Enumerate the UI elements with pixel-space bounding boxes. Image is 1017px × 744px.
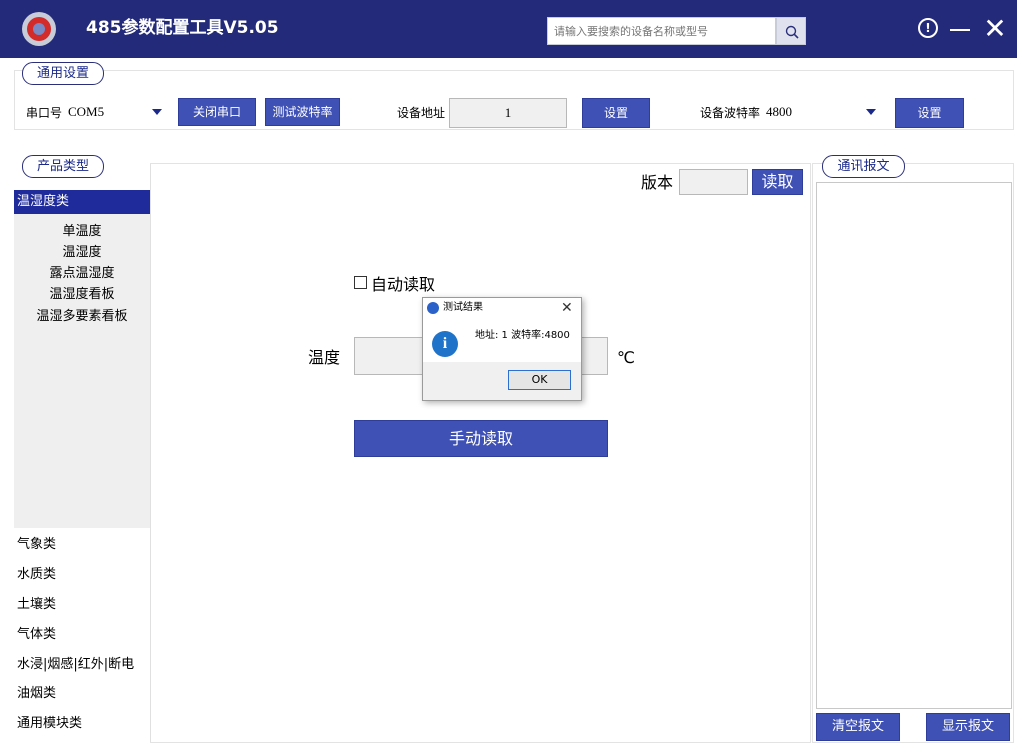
chevron-down-icon bbox=[152, 109, 162, 115]
info-icon[interactable]: ! bbox=[918, 18, 938, 38]
category-weather[interactable]: 气象类 bbox=[17, 535, 56, 555]
version-label: 版本 bbox=[641, 173, 674, 192]
minimize-icon[interactable] bbox=[950, 29, 970, 31]
port-label: 串口号 bbox=[26, 106, 63, 120]
dialog-title: 测试结果 bbox=[443, 302, 483, 313]
chevron-down-icon bbox=[866, 109, 876, 115]
baud-rate-select[interactable]: 4800 bbox=[766, 100, 882, 124]
category-oil-fume[interactable]: 油烟类 bbox=[17, 684, 56, 704]
category-water-quality[interactable]: 水质类 bbox=[17, 565, 56, 585]
product-type-label: 产品类型 bbox=[22, 155, 104, 178]
close-port-button[interactable]: 关闭串口 bbox=[178, 98, 256, 126]
sub-item-display-board[interactable]: 温湿度看板 bbox=[14, 284, 150, 305]
category-soil[interactable]: 土壤类 bbox=[17, 595, 56, 615]
test-baud-button[interactable]: 测试波特率 bbox=[265, 98, 340, 126]
temperature-label: 温度 bbox=[308, 348, 341, 367]
close-icon[interactable]: ✕ bbox=[982, 14, 1008, 44]
auto-read-checkbox[interactable]: 自动读取 bbox=[354, 274, 435, 296]
category-gas[interactable]: 气体类 bbox=[17, 625, 56, 645]
app-title: 485参数配置工具V5.05 bbox=[86, 18, 279, 38]
checkbox-icon bbox=[354, 276, 367, 289]
search-input[interactable] bbox=[547, 17, 776, 45]
dialog-close-icon[interactable]: ✕ bbox=[561, 300, 573, 316]
dialog-message: 地址: 1 波特率:4800 bbox=[475, 330, 570, 341]
port-select[interactable]: COM5 bbox=[68, 100, 168, 124]
baud-set-button[interactable]: 设置 bbox=[895, 98, 964, 128]
category-general-module[interactable]: 通用模块类 bbox=[17, 714, 82, 734]
general-settings-label: 通用设置 bbox=[22, 62, 104, 85]
category-temp-humidity[interactable]: 温湿度类 bbox=[14, 190, 150, 214]
comm-log-textarea[interactable] bbox=[816, 182, 1012, 709]
sub-item-single-temp[interactable]: 单温度 bbox=[14, 221, 150, 242]
read-version-button[interactable]: 读取 bbox=[752, 169, 803, 195]
category-water-smoke-ir-power[interactable]: 水浸|烟感|红外|断电 bbox=[17, 655, 134, 675]
baud-rate-value: 4800 bbox=[766, 104, 792, 119]
sub-item-multi-element-board[interactable]: 温湿多要素看板 bbox=[14, 306, 150, 327]
port-value: COM5 bbox=[68, 104, 105, 119]
app-small-icon bbox=[427, 302, 439, 314]
logo-core bbox=[33, 23, 45, 35]
manual-read-button[interactable]: 手动读取 bbox=[354, 420, 608, 457]
baud-rate-label: 设备波特率 bbox=[700, 106, 761, 120]
device-address-label: 设备地址 bbox=[397, 106, 446, 120]
sub-item-dewpoint[interactable]: 露点温湿度 bbox=[14, 263, 150, 284]
info-icon: i bbox=[432, 331, 458, 357]
search-icon bbox=[785, 25, 799, 39]
sub-item-temp-humidity[interactable]: 温湿度 bbox=[14, 242, 150, 263]
show-log-button[interactable]: 显示报文 bbox=[926, 713, 1010, 741]
device-address-input[interactable]: 1 bbox=[449, 98, 567, 128]
temperature-unit: ℃ bbox=[617, 348, 635, 367]
comm-log-label: 通讯报文 bbox=[822, 155, 905, 178]
ok-button[interactable]: OK bbox=[508, 370, 571, 390]
version-input[interactable] bbox=[679, 169, 748, 195]
auto-read-label: 自动读取 bbox=[371, 275, 436, 294]
search-button[interactable] bbox=[776, 17, 806, 45]
clear-log-button[interactable]: 清空报文 bbox=[816, 713, 900, 741]
address-set-button[interactable]: 设置 bbox=[582, 98, 650, 128]
